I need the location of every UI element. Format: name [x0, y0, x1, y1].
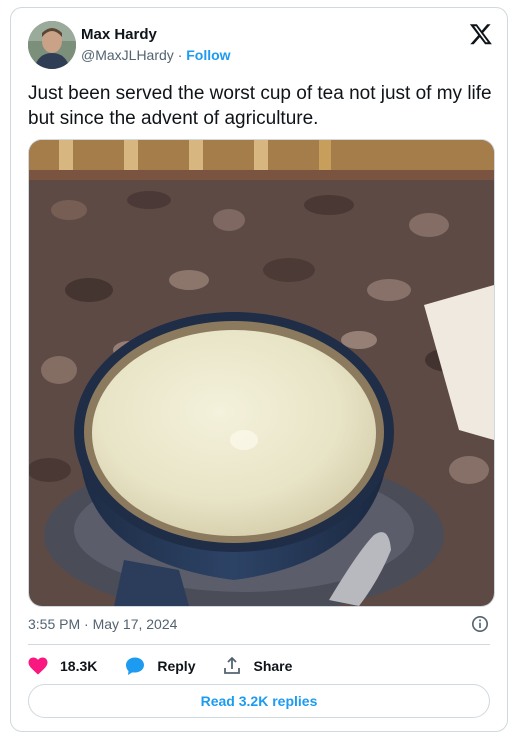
- divider: [28, 644, 490, 645]
- reply-bubble-icon: [126, 657, 145, 675]
- likes-count: 18.3K: [60, 658, 98, 674]
- x-logo-icon[interactable]: [469, 22, 493, 46]
- author-name[interactable]: Max Hardy: [81, 26, 157, 43]
- share-icon: [224, 657, 241, 674]
- follow-button[interactable]: Follow: [186, 47, 230, 63]
- action-bar: 18.3K Reply Share: [28, 654, 320, 678]
- reply-button[interactable]: Reply: [125, 657, 195, 675]
- reply-label: Reply: [157, 658, 196, 674]
- share-button[interactable]: Share: [223, 657, 292, 675]
- author-handle-row: @MaxJLHardy · Follow: [81, 47, 231, 63]
- tweet-photo[interactable]: [28, 139, 495, 607]
- like-button[interactable]: 18.3K: [28, 657, 97, 675]
- separator-dot: ·: [177, 47, 183, 63]
- read-replies-button[interactable]: Read 3.2K replies: [28, 684, 490, 718]
- tweet-timestamp[interactable]: 3:55 PM · May 17, 2024: [28, 616, 177, 632]
- tweet-text: Just been served the worst cup of tea no…: [28, 83, 492, 129]
- heart-icon: [28, 657, 48, 675]
- avatar[interactable]: [28, 21, 76, 69]
- author-handle[interactable]: @MaxJLHardy: [81, 47, 174, 63]
- tweet-card: Max Hardy @MaxJLHardy · Follow Just been…: [10, 7, 508, 732]
- info-icon[interactable]: [471, 615, 489, 633]
- share-label: Share: [253, 658, 293, 674]
